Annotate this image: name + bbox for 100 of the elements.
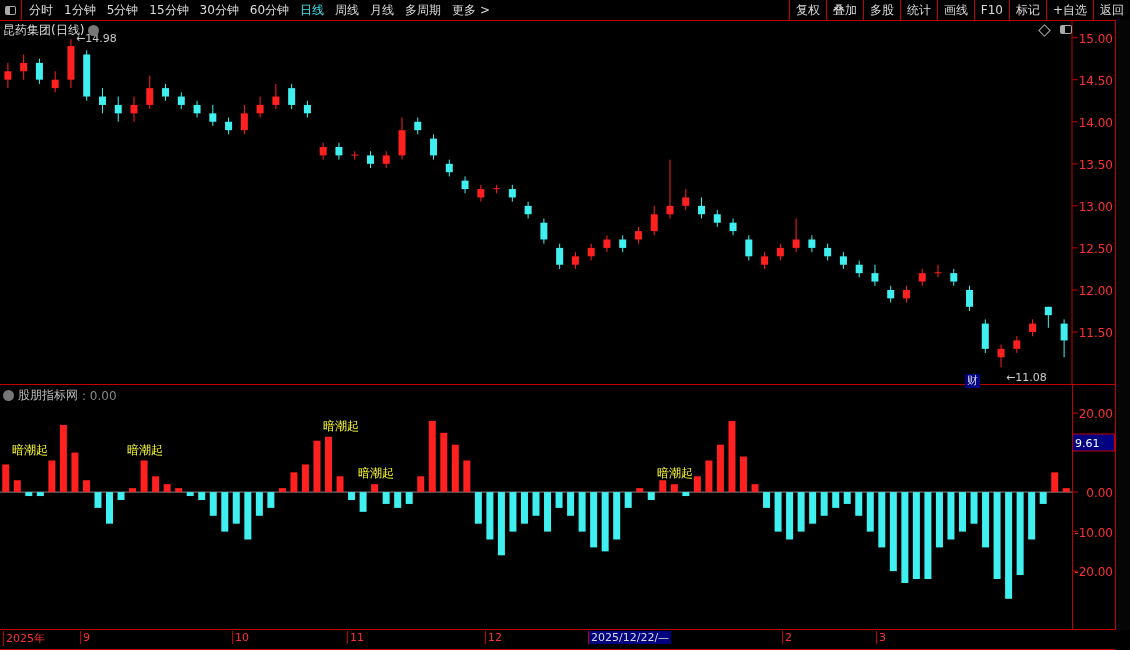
histogram-bar (267, 492, 275, 508)
axis-label: 14.50 (1078, 73, 1113, 88)
histogram-bar (1062, 488, 1070, 493)
histogram-bar (1051, 472, 1059, 493)
period-tab[interactable]: 1分钟 (59, 0, 101, 20)
candlestick (83, 49, 91, 102)
axis-label: 15.00 (1078, 31, 1113, 46)
histogram-bar (1039, 492, 1047, 504)
time-label: 2025/12/22/— (588, 631, 672, 644)
histogram-bar (751, 484, 759, 493)
candlestick (67, 38, 75, 89)
signal-label: 暗潮起 (323, 418, 359, 433)
period-tab[interactable]: 周线 (330, 0, 365, 20)
histogram-bar (463, 460, 471, 493)
signal-label: 暗潮起 (357, 466, 394, 481)
candlestick (761, 251, 769, 270)
candlestick (193, 100, 201, 119)
histogram-bar (590, 492, 598, 548)
time-label: 2 (782, 631, 794, 644)
histogram-bar (117, 492, 125, 500)
time-label: 2025年 (3, 631, 47, 646)
period-tab[interactable]: 更多 > (447, 0, 495, 20)
toolbar-button[interactable]: F10 (973, 0, 1009, 20)
panel-toggle-icon[interactable] (1060, 25, 1072, 34)
toolbar-button[interactable]: 统计 (899, 0, 937, 20)
histogram-bar (740, 456, 747, 493)
toolbar-button[interactable]: 标记 (1008, 0, 1046, 20)
time-label: 3 (876, 631, 888, 644)
period-tab[interactable]: 分时 (24, 0, 58, 20)
period-tab[interactable]: 多周期 (400, 0, 447, 20)
axis-label: 14.00 (1078, 115, 1113, 130)
histogram-bar (786, 492, 794, 540)
candlestick (950, 268, 958, 287)
candlestick (51, 70, 59, 93)
histogram-bar (970, 492, 978, 524)
histogram-bar (106, 492, 113, 524)
candlestick (855, 260, 863, 278)
candlestick (966, 285, 974, 312)
indicator-value: : 0.00 (82, 388, 117, 403)
indicator-name: 股朋指标网 (18, 387, 78, 404)
candlestick (351, 150, 359, 161)
candlestick (619, 234, 627, 253)
histogram-bar (36, 492, 44, 497)
histogram-bar (255, 492, 263, 516)
candlestick (382, 150, 390, 169)
toolbar-button[interactable]: 复权 (788, 0, 826, 20)
candlestick (225, 117, 233, 135)
toolbar-button[interactable]: 画线 (936, 0, 974, 20)
histogram-bar (659, 480, 667, 493)
candlestick (934, 264, 942, 278)
axis-label: 13.50 (1078, 157, 1113, 172)
histogram-bar (774, 492, 782, 532)
period-tab[interactable]: 15分钟 (144, 0, 194, 20)
histogram-bar (371, 484, 379, 493)
candlestick (1060, 318, 1068, 358)
candlestick (997, 344, 1005, 368)
candlestick (698, 196, 706, 219)
candlestick (303, 100, 311, 119)
axis-label: 12.50 (1078, 241, 1113, 256)
histogram-bar (417, 476, 425, 493)
axis-label: 13.00 (1078, 199, 1113, 214)
finance-badge[interactable]: 财 (965, 374, 981, 389)
period-tab[interactable]: 60分钟 (244, 0, 295, 20)
panel-toggle-icon (5, 5, 16, 15)
candlestick (430, 133, 438, 161)
time-label: 9 (80, 631, 92, 644)
histogram-bar (244, 492, 252, 540)
histogram-bar (394, 492, 402, 508)
period-tab[interactable]: 5分钟 (101, 0, 144, 20)
candlestick (540, 218, 548, 245)
candlestick (902, 285, 910, 304)
period-tab[interactable]: 月线 (365, 0, 400, 20)
period-tab[interactable]: 30分钟 (194, 0, 244, 20)
histogram-bar (405, 492, 413, 504)
signal-label: 暗潮起 (127, 442, 164, 457)
candlestick (319, 142, 327, 161)
candlestick (35, 58, 43, 85)
histogram-bar (982, 492, 990, 548)
histogram-bar (440, 432, 448, 493)
histogram-bar (878, 492, 886, 548)
histogram-bar (544, 492, 552, 532)
histogram-bar (336, 476, 344, 493)
toolbar-button[interactable]: 叠加 (825, 0, 863, 20)
candlestick (130, 96, 138, 123)
toolbar-button[interactable]: +自选 (1045, 0, 1093, 20)
histogram-bar (382, 492, 390, 504)
histogram-bar (1028, 492, 1036, 540)
candlestick (729, 218, 737, 236)
toolbar-button[interactable]: 多股 (862, 0, 900, 20)
crosshair-value-label: 9.61 (1072, 433, 1115, 452)
candlestick (776, 243, 784, 262)
histogram-bar (486, 492, 494, 540)
histogram-bar (94, 492, 102, 508)
period-tab[interactable]: 日线 (295, 0, 330, 20)
candlestick (256, 96, 264, 119)
candlestick (824, 243, 832, 262)
candlestick (634, 226, 642, 245)
candlestick (839, 251, 847, 270)
histogram-bar (451, 444, 459, 493)
candlestick (603, 234, 611, 253)
